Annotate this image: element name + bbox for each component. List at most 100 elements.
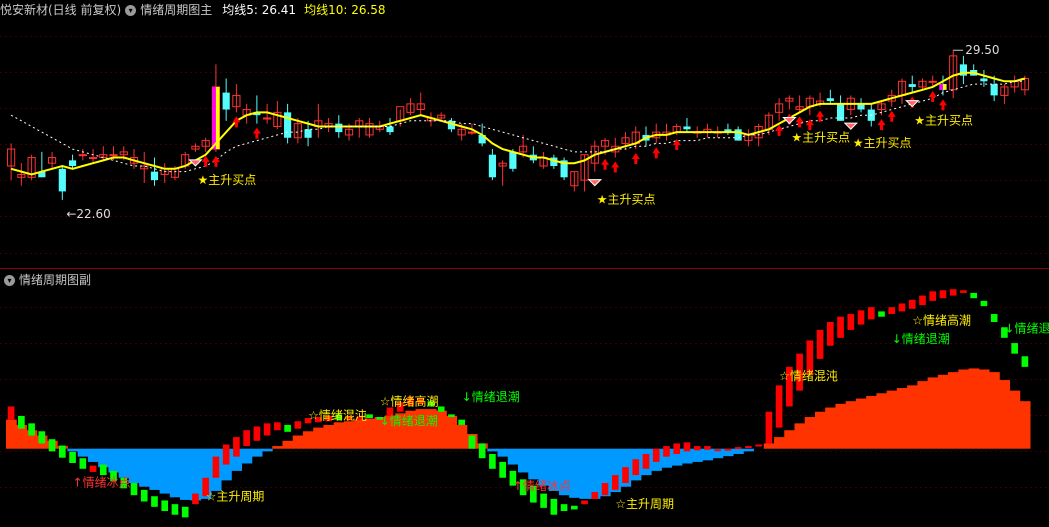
- emotion-bar: [7, 406, 15, 420]
- up-arrow-icon: [201, 155, 210, 167]
- cycle-label: ☆主升周期: [206, 489, 265, 503]
- buy-point-label: ★主升买点: [197, 173, 256, 187]
- candle-body: [335, 123, 343, 133]
- emotion-bar: [38, 431, 46, 444]
- emotion-bar: [560, 504, 568, 512]
- emotion-bar: [642, 453, 650, 469]
- area-slice: [999, 380, 1011, 449]
- emotion-bar: [570, 505, 578, 510]
- area-slice: [814, 411, 826, 449]
- area-slice: [589, 448, 601, 499]
- candle-body: [263, 117, 272, 120]
- area-slice: [958, 369, 970, 449]
- emotion-bar: [745, 446, 752, 449]
- emotion-bar: [816, 329, 824, 359]
- emotion-bar: [478, 443, 486, 459]
- emotion-bar: [970, 292, 978, 299]
- emotion-bar: [294, 421, 302, 429]
- emotion-bar: [908, 299, 916, 309]
- area-slice: [190, 448, 202, 501]
- emotion-bar: [243, 430, 250, 447]
- emotion-bar: [693, 446, 701, 451]
- emotion-bar: [89, 465, 97, 472]
- emotion-bar: [366, 414, 373, 419]
- area-slice: [927, 377, 939, 449]
- emotion-bar: [581, 500, 588, 505]
- area-slice: [1019, 401, 1031, 449]
- up-arrow-icon: [928, 90, 937, 102]
- emotion-bar: [1021, 356, 1029, 367]
- cycle-label: ☆情绪高潮: [912, 313, 971, 328]
- area-slice: [692, 448, 703, 462]
- diamond-icon: [843, 122, 859, 130]
- area-slice: [528, 448, 539, 480]
- up-arrow-icon: [252, 127, 261, 139]
- area-slice: [886, 390, 898, 449]
- buy-point-label: ★主升买点: [597, 193, 656, 207]
- up-arrow-icon: [601, 158, 610, 170]
- emotion-bar: [755, 444, 762, 447]
- area-slice: [784, 430, 795, 449]
- emotion-bar: [929, 291, 937, 301]
- emotion-bar: [48, 439, 56, 452]
- emotion-bar: [898, 303, 906, 312]
- area-slice: [804, 417, 816, 449]
- emotion-bar: [192, 493, 199, 505]
- emotion-bar: [140, 489, 148, 502]
- area-slice: [446, 415, 458, 449]
- emotion-bar: [775, 385, 783, 428]
- emotion-bar: [550, 498, 558, 515]
- area-slice: [937, 374, 949, 449]
- area-slice: [763, 443, 775, 449]
- up-arrow-icon: [211, 155, 220, 167]
- ma5-line: [10, 80, 1025, 173]
- candle-body: [980, 78, 988, 82]
- area-slice: [169, 448, 181, 498]
- emotion-bar: [888, 307, 896, 315]
- emotion-bar: [683, 442, 691, 452]
- up-arrow-icon: [631, 153, 640, 165]
- chart-canvas[interactable]: ★主升买点★主升买点★主升买点 ★主升买点★主升买点29.50←22.60↑情绪冰…: [0, 0, 1049, 527]
- cycle-label: ☆情绪高潮: [380, 393, 439, 408]
- candle-body: [467, 131, 477, 134]
- buy-point-label: ★主升买点: [853, 136, 912, 150]
- candle-body: [68, 160, 77, 166]
- emotion-bar: [468, 435, 476, 449]
- up-arrow-icon: [611, 161, 620, 173]
- area-slice: [333, 422, 345, 449]
- area-slice: [292, 435, 304, 449]
- up-arrow-icon: [816, 110, 825, 122]
- candle-body: [88, 157, 98, 160]
- candle-body: [58, 168, 66, 192]
- emotion-bar: [1011, 343, 1018, 354]
- candle-body: [109, 154, 118, 157]
- emotion-bar: [949, 289, 957, 296]
- candle-body: [826, 98, 834, 102]
- area-slice: [487, 448, 499, 452]
- area-slice: [835, 403, 847, 449]
- candle-body: [990, 84, 998, 96]
- max-price-label: 29.50: [965, 43, 999, 57]
- ma10-line: [10, 71, 1026, 176]
- candle-body: [284, 112, 292, 138]
- emotion-bar: [847, 314, 855, 330]
- emotion-bar: [274, 422, 281, 431]
- emotion-bar: [622, 467, 629, 484]
- min-price-label: ←22.60: [66, 207, 110, 221]
- area-slice: [282, 440, 294, 449]
- cycle-label: ↑情绪冰点: [73, 476, 131, 490]
- emotion-bar: [601, 483, 609, 496]
- area-slice: [149, 448, 161, 490]
- area-slice: [917, 381, 929, 449]
- area-slice: [6, 419, 17, 449]
- emotion-bar: [99, 464, 107, 476]
- cycle-label: ↓情绪退潮: [462, 389, 520, 404]
- emotion-bar: [233, 437, 240, 457]
- candle-body: [908, 84, 916, 87]
- emotion-bar: [161, 500, 169, 512]
- emotion-bar: [724, 448, 732, 451]
- emotion-bar: [652, 448, 660, 462]
- emotion-bar: [79, 458, 87, 469]
- area-slice: [989, 372, 1000, 449]
- area-slice: [518, 448, 529, 473]
